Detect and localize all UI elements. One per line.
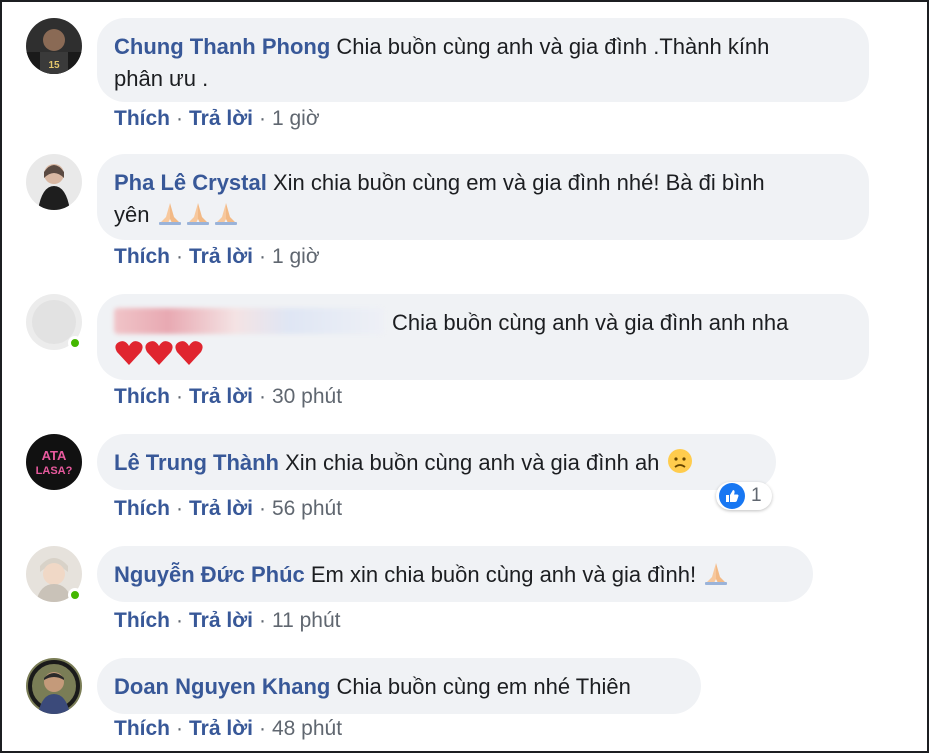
avatar[interactable]: 15	[26, 18, 82, 74]
comment-bubble: Chung Thanh Phong Chia buồn cùng anh và …	[97, 18, 869, 102]
comment-text: Xin chia buồn cùng anh và gia đình ah	[285, 450, 660, 475]
reply-link[interactable]: Trả lời	[189, 385, 253, 408]
like-icon	[719, 483, 745, 509]
comment-author[interactable]: Lê Trung Thành	[114, 450, 279, 475]
like-link[interactable]: Thích	[114, 107, 170, 130]
comment-bubble: Lê Trung Thành Xin chia buồn cùng anh và…	[97, 434, 776, 490]
reply-link[interactable]: Trả lời	[189, 497, 253, 520]
comment-section: 15 Chung Thanh Phong Chia buồn cùng anh …	[0, 0, 929, 753]
svg-text:LASA?: LASA?	[36, 465, 73, 477]
comment-time[interactable]: 48 phút	[272, 717, 342, 740]
reaction-count-value: 1	[751, 485, 762, 506]
comment-text: Chia buồn cùng em nhé Thiên	[336, 674, 631, 699]
comment-time[interactable]: 56 phút	[272, 497, 342, 520]
folded-hands-icon	[184, 199, 212, 236]
like-link[interactable]: Thích	[114, 385, 170, 408]
comment-time[interactable]: 1 giờ	[272, 245, 320, 268]
reply-link[interactable]: Trả lời	[189, 245, 253, 268]
avatar[interactable]	[26, 658, 82, 714]
like-link[interactable]: Thích	[114, 717, 170, 740]
svg-text:15: 15	[48, 60, 60, 71]
comment-author[interactable]: Pha Lê Crystal	[114, 170, 267, 195]
comment-author[interactable]: Chung Thanh Phong	[114, 34, 330, 59]
comment-text: Em xin chia buồn cùng anh và gia đình!	[310, 562, 697, 587]
comment-time[interactable]: 30 phút	[272, 385, 342, 408]
red-heart-icon	[144, 339, 174, 376]
comment-bubble: Nguyễn Đức Phúc Em xin chia buồn cùng an…	[97, 546, 813, 602]
comment-text: Chia buồn cùng anh và gia đình .Thành kí…	[336, 34, 770, 59]
comment-bubble: Pha Lê Crystal Xin chia buồn cùng em và …	[97, 154, 869, 240]
comment-author-redacted[interactable]	[114, 308, 384, 334]
reply-link[interactable]: Trả lời	[189, 609, 253, 632]
comment-bubble: Doan Nguyen Khang Chia buồn cùng em nhé …	[97, 658, 701, 714]
like-link[interactable]: Thích	[114, 497, 170, 520]
comment-text-line2: yên	[114, 202, 150, 227]
comment-actions: Thích · Trả lời · 56 phút	[114, 497, 343, 520]
comment-actions: Thích · Trả lời · 48 phút	[114, 717, 343, 740]
svg-text:ATA: ATA	[42, 448, 67, 463]
comment-text: Chia buồn cùng anh và gia đình anh nha	[392, 310, 789, 335]
comment-actions: Thích · Trả lời · 1 giờ	[114, 107, 320, 130]
comment-text-line2: phân ưu .	[114, 66, 209, 91]
folded-hands-icon	[702, 559, 730, 596]
comment-actions: Thích · Trả lời · 1 giờ	[114, 245, 320, 268]
like-link[interactable]: Thích	[114, 609, 170, 632]
comment-time[interactable]: 1 giờ	[272, 107, 320, 130]
avatar[interactable]	[26, 154, 82, 210]
comment-text: Xin chia buồn cùng em và gia đình nhé! B…	[272, 170, 765, 195]
sad-face-icon	[666, 447, 694, 484]
red-heart-icon	[174, 339, 204, 376]
red-heart-icon	[114, 339, 144, 376]
reply-link[interactable]: Trả lời	[189, 107, 253, 130]
comment-bubble: Chia buồn cùng anh và gia đình anh nha	[97, 294, 869, 380]
reply-link[interactable]: Trả lời	[189, 717, 253, 740]
online-status-icon	[68, 336, 82, 350]
comment-time[interactable]: 11 phút	[272, 609, 341, 632]
reaction-count[interactable]: 1	[716, 482, 772, 510]
avatar[interactable]: ATA LASA?	[26, 434, 82, 490]
folded-hands-icon	[156, 199, 184, 236]
like-link[interactable]: Thích	[114, 245, 170, 268]
comment-actions: Thích · Trả lời · 30 phút	[114, 385, 343, 408]
comment-actions: Thích · Trả lời · 11 phút	[114, 609, 341, 632]
comment-author[interactable]: Doan Nguyen Khang	[114, 674, 330, 699]
folded-hands-icon	[212, 199, 240, 236]
comment-author[interactable]: Nguyễn Đức Phúc	[114, 562, 305, 587]
online-status-icon	[68, 588, 82, 602]
